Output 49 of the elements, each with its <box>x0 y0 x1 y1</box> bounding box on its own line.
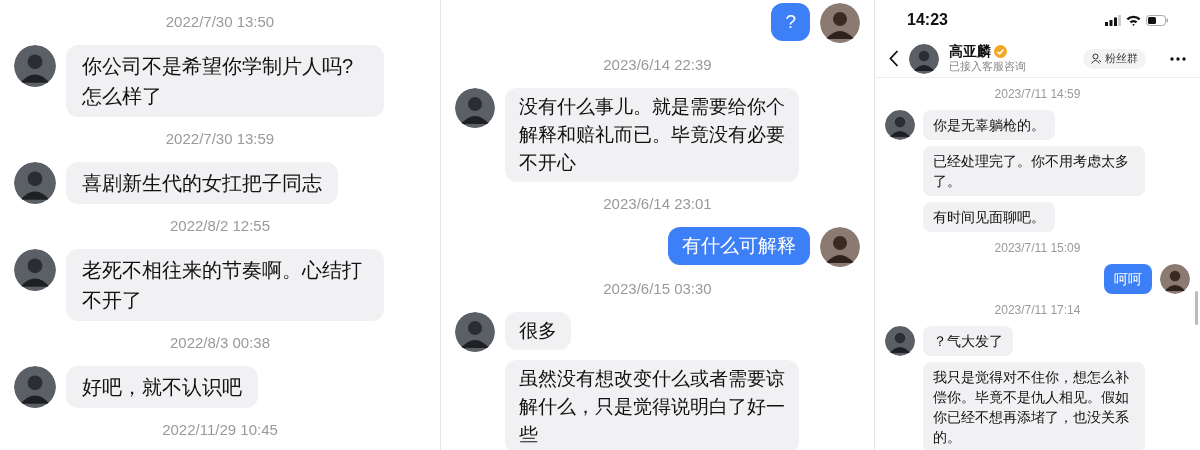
timestamp: 2023/6/15 03:30 <box>603 279 712 300</box>
message-bubble: 已经处理完了。你不用考虑太多了。 <box>923 146 1145 196</box>
status-time: 14:23 <box>907 10 948 30</box>
timestamp: 2022/11/29 10:45 <box>162 420 278 441</box>
avatar[interactable] <box>820 227 860 267</box>
message-bubble: 老死不相往来的节奏啊。心结打不开了 <box>66 249 384 321</box>
avatar[interactable] <box>820 3 860 43</box>
timestamp: 2023/6/14 23:01 <box>603 194 712 215</box>
avatar[interactable] <box>885 326 915 356</box>
message-bubble: 呵呵 <box>1104 264 1152 294</box>
avatar[interactable] <box>885 110 915 140</box>
signal-icon <box>1105 14 1121 26</box>
avatar[interactable] <box>1160 264 1190 294</box>
battery-icon <box>1146 14 1168 26</box>
contact-status: 已接入客服咨询 <box>949 58 1026 74</box>
message-bubble: 没有什么事儿。就是需要给你个解释和赔礼而已。毕竟没有必要不开心 <box>505 88 799 182</box>
wifi-icon <box>1126 14 1141 26</box>
message-bubble: 有什么可解释 <box>668 227 810 265</box>
message-bubble: 你是无辜躺枪的。 <box>923 110 1055 140</box>
message-bubble: 我只是觉得对不住你，想怎么补偿你。毕竟不是仇人相见。假如你已经不想再添堵了，也没关系的。 <box>923 362 1145 450</box>
scrollbar[interactable] <box>1195 291 1198 325</box>
avatar[interactable] <box>14 366 56 408</box>
message-bubble: 好吧，就不认识吧 <box>66 366 258 408</box>
back-icon[interactable] <box>889 50 899 67</box>
timestamp: 2023/7/11 15:09 <box>994 240 1081 257</box>
more-icon[interactable] <box>1170 56 1186 61</box>
person-icon <box>1091 53 1102 64</box>
message-bubble: ？气大发了 <box>923 326 1013 356</box>
avatar[interactable] <box>909 43 939 74</box>
contact-name: 高亚麟 <box>949 43 991 59</box>
message-bubble: ? <box>771 3 810 41</box>
message-bubble: 喜剧新生代的女扛把子同志 <box>66 162 338 204</box>
avatar[interactable] <box>14 249 56 291</box>
timestamp: 2023/6/14 22:39 <box>603 55 712 76</box>
message-bubble: 虽然没有想改变什么或者需要谅解什么，只是觉得说明白了好一些 <box>505 360 799 450</box>
avatar[interactable] <box>14 162 56 204</box>
timestamp: 2023/7/11 14:59 <box>994 86 1081 103</box>
fan-group-button[interactable]: 粉丝群 <box>1083 48 1146 69</box>
timestamp: 2023/7/11 17:14 <box>994 302 1081 319</box>
message-bubble: 很多 <box>505 312 571 350</box>
timestamp: 2022/8/2 12:55 <box>169 216 271 237</box>
timestamp: 2022/8/3 00:38 <box>169 333 271 354</box>
message-bubble: 有时间见面聊吧。 <box>923 202 1055 232</box>
avatar[interactable] <box>14 45 56 87</box>
timestamp: 2022/7/30 13:59 <box>165 129 275 150</box>
avatar[interactable] <box>455 312 495 352</box>
avatar[interactable] <box>455 88 495 128</box>
message-bubble: 你公司不是希望你学制片人吗?怎么样了 <box>66 45 384 117</box>
timestamp: 2022/7/30 13:50 <box>165 12 275 33</box>
